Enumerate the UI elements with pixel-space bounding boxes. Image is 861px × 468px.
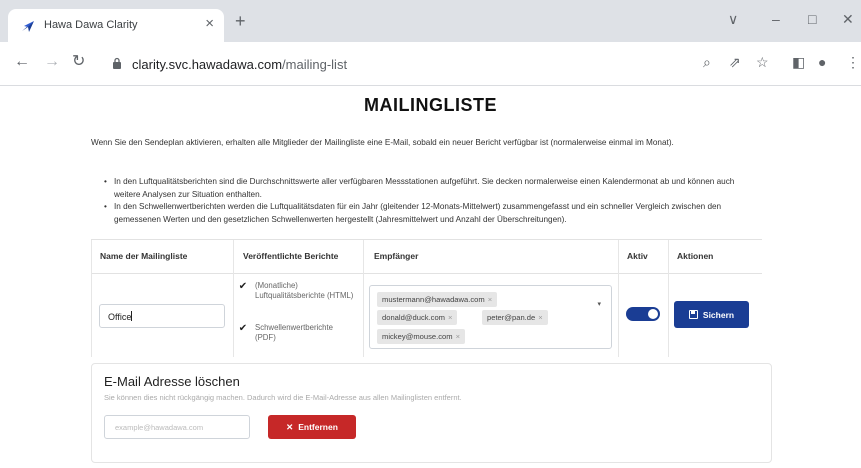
browser-toolbar: ← → ↻ clarity.svc.hawadawa.com/mailing-l… [0, 42, 861, 86]
bullet-threshold-reports: In den Schwellenwertberichten werden die… [104, 201, 759, 226]
new-tab-button[interactable]: + [235, 12, 246, 30]
tab-title: Hawa Dawa Clarity [44, 19, 138, 31]
delete-email-card: E-Mail Adresse löschen Sie können dies n… [91, 363, 772, 463]
toggle-knob [648, 309, 658, 319]
back-icon[interactable]: ← [14, 54, 30, 70]
minimize-icon[interactable]: – [772, 11, 780, 27]
checkbox-threshold-reports[interactable]: ✔ [237, 323, 249, 335]
browser-tab-bar: Hawa Dawa Clarity × + ∨ – □ ✕ [0, 0, 861, 42]
bullet-air-quality-reports: In den Luftqualitätsberichten sind die D… [104, 176, 759, 201]
header-active: Aktiv [627, 251, 648, 261]
close-icon: ✕ [286, 421, 294, 432]
page-title: MAILINGLISTE [364, 95, 497, 115]
reload-icon[interactable]: ↻ [72, 54, 85, 70]
threshold-reports-label: Schwellenwertberichte (PDF) [255, 323, 334, 342]
url-path: /mailing-list [282, 57, 348, 72]
name-input-value: Office [108, 312, 132, 322]
column-divider [363, 240, 364, 357]
tab-search-icon[interactable]: ∨ [728, 11, 738, 28]
recipients-multiselect[interactable]: mustermann@hawadawa.com × donald@duck.com… [369, 285, 612, 349]
tab-close-icon[interactable]: × [205, 15, 214, 32]
info-bullet-list: In den Luftqualitätsberichten sind die D… [104, 176, 759, 226]
header-name: Name der Mailingliste [100, 251, 188, 261]
recipient-chip[interactable]: peter@pan.de × [482, 310, 548, 325]
column-divider [618, 240, 619, 357]
header-divider [91, 273, 762, 274]
lock-icon [113, 57, 121, 69]
recipient-chip[interactable]: mustermann@hawadawa.com × [377, 292, 498, 307]
page-content: MAILINGLISTE Wenn Sie den Sendeplan akti… [0, 87, 861, 468]
browser-tab[interactable]: Hawa Dawa Clarity × [8, 9, 224, 42]
save-button[interactable]: Sichern [674, 301, 749, 328]
save-icon [688, 310, 698, 319]
share-icon[interactable]: ⇗ [729, 55, 741, 69]
column-divider [233, 240, 234, 357]
bookmark-star-icon[interactable]: ☆ [756, 55, 769, 69]
delete-email-input[interactable]: example@hawadawa.com [104, 415, 250, 439]
side-panel-icon[interactable]: ◧ [792, 55, 805, 69]
delete-section-description: Sie können dies nicht rückgängig machen.… [104, 393, 462, 402]
column-divider [668, 240, 669, 357]
mailing-list-name-input[interactable]: Office [99, 304, 225, 328]
address-bar[interactable]: clarity.svc.hawadawa.com/mailing-list [98, 49, 748, 79]
chip-remove-icon[interactable]: × [538, 313, 542, 322]
checkbox-monthly-reports[interactable]: ✔ [237, 281, 249, 293]
text-caret [131, 311, 133, 321]
maximize-icon[interactable]: □ [808, 11, 816, 27]
monthly-reports-label: (Monatliche) Luftqualitätsberichte (HTML… [255, 281, 354, 300]
mailing-list-table: Name der Mailingliste Veröffentlichte Be… [91, 239, 762, 357]
dropdown-arrow-icon[interactable]: ▾ [597, 300, 601, 308]
profile-avatar-icon[interactable]: ● [818, 55, 826, 69]
browser-menu-icon[interactable]: ⋮ [846, 55, 860, 69]
recipient-chip[interactable]: mickey@mouse.com × [377, 329, 466, 344]
active-toggle[interactable] [626, 307, 660, 321]
chip-remove-icon[interactable]: × [448, 313, 452, 322]
close-window-icon[interactable]: ✕ [842, 11, 854, 28]
column-divider [91, 240, 92, 357]
email-placeholder: example@hawadawa.com [115, 423, 204, 432]
remove-button-label: Entfernen [298, 422, 338, 432]
save-button-label: Sichern [702, 309, 735, 320]
chip-remove-icon[interactable]: × [456, 332, 460, 341]
recipient-email: mustermann@hawadawa.com [382, 295, 485, 304]
header-recipients: Empfänger [374, 251, 419, 261]
recipient-email: donald@duck.com [382, 313, 446, 322]
recipient-chip[interactable]: donald@duck.com × [377, 310, 458, 325]
recipient-email: mickey@mouse.com [382, 332, 453, 341]
hawa-dawa-logo-icon [22, 21, 34, 32]
forward-icon[interactable]: → [44, 54, 60, 70]
report-threshold-option[interactable]: ✔ Schwellenwertberichte (PDF) [237, 323, 355, 343]
url-host: clarity.svc.hawadawa.com [132, 57, 283, 72]
header-actions: Aktionen [677, 251, 714, 261]
header-reports: Veröffentlichte Berichte [243, 251, 339, 261]
intro-text: Wenn Sie den Sendeplan aktivieren, erhal… [91, 138, 674, 147]
delete-section-title: E-Mail Adresse löschen [104, 374, 240, 389]
url-text: clarity.svc.hawadawa.com/mailing-list [132, 57, 347, 72]
zoom-icon[interactable]: ⌕ [703, 55, 711, 69]
chip-remove-icon[interactable]: × [488, 295, 492, 304]
remove-button[interactable]: ✕ Entfernen [268, 415, 356, 439]
report-monthly-option[interactable]: ✔ (Monatliche) Luftqualitätsberichte (HT… [237, 281, 355, 301]
recipient-email: peter@pan.de [487, 313, 536, 322]
